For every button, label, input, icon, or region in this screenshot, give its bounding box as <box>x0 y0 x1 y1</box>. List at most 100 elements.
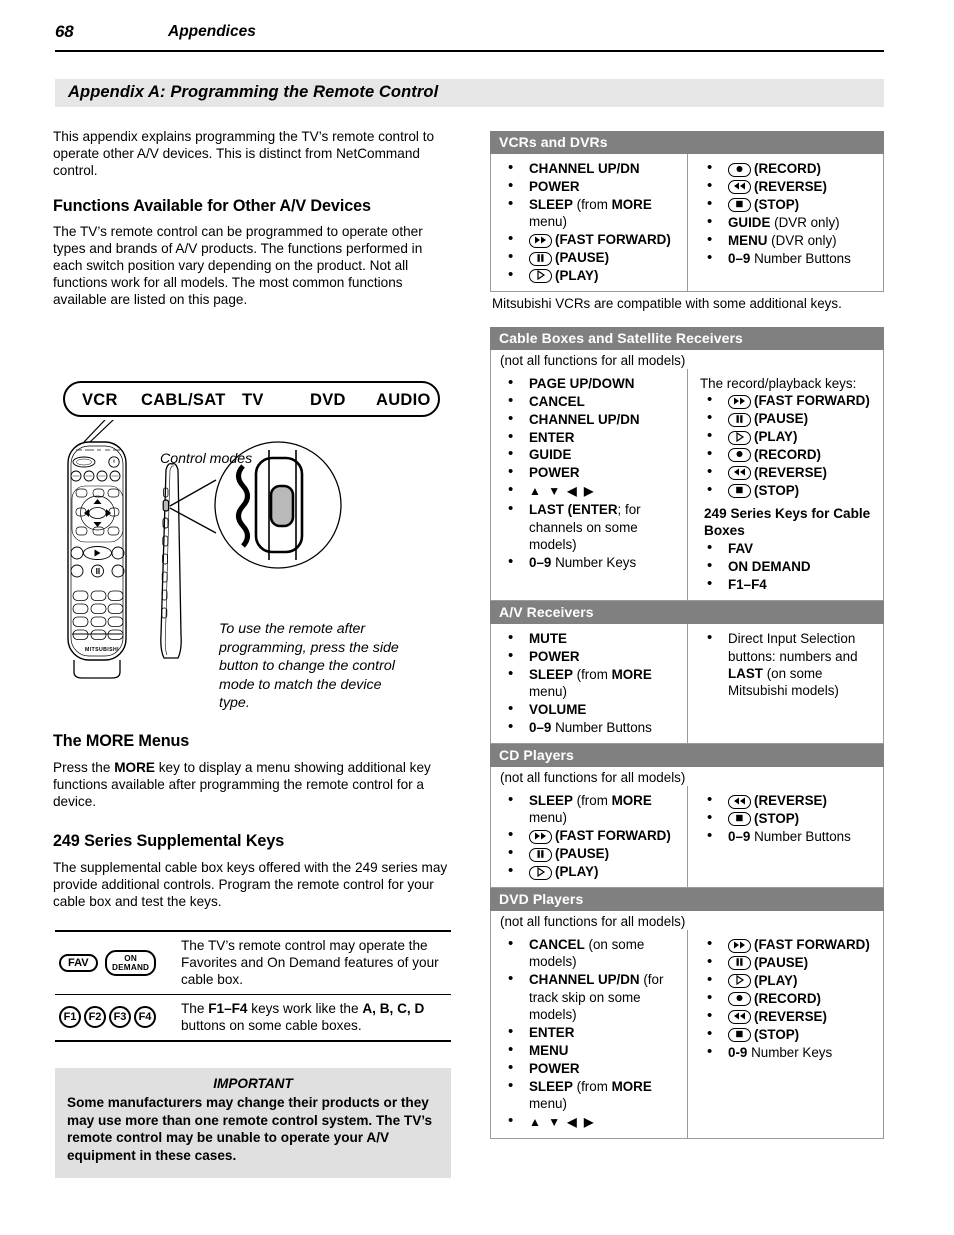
appendix-title: Appendix A: Programming the Remote Contr… <box>68 83 439 101</box>
device-key-item: VOLUME <box>499 700 683 718</box>
on-demand-key-icon[interactable]: ON DEMAND <box>105 949 157 976</box>
pause-icon <box>736 958 743 967</box>
device-key-item: (REVERSE) <box>698 791 879 809</box>
keys-table-row-fav: FAV ON DEMAND The TV’s remote control may… <box>55 932 451 994</box>
mode-label-tv: TV <box>242 391 264 409</box>
device-key-item: Direct Input Selection buttons: numbers … <box>698 629 879 700</box>
key-label: (PAUSE) <box>754 954 809 970</box>
fav-key-icon[interactable]: FAV <box>59 953 98 972</box>
key-label: FAV <box>728 541 754 557</box>
keys-table-bottom-rule <box>55 1039 451 1042</box>
key-label: CHANNEL UP/DN <box>529 972 640 988</box>
fast-forward-key-glyph <box>728 938 751 953</box>
key-list-right: (FAST FORWARD)(PAUSE) (PLAY) (RECORD) (REVE… <box>698 935 879 1061</box>
f3-key-icon[interactable]: F3 <box>109 1006 131 1029</box>
header-rule <box>55 50 884 52</box>
key-note: Direct Input Selection buttons: numbers … <box>728 631 858 664</box>
key-label: 0-9 <box>728 1044 748 1060</box>
control-mode-bar: VCR CABL/SAT TV DVD AUDIO <box>63 381 440 417</box>
fk-range: F1–F4 <box>208 1001 248 1017</box>
key-label: SLEEP <box>529 1078 573 1094</box>
key-label: (PLAY) <box>754 972 798 988</box>
key-label: GUIDE <box>529 447 572 463</box>
device-key-item: (RECORD) <box>698 159 879 177</box>
key-note-post: Number Keys <box>551 554 637 570</box>
device-key-item: PAGE UP/DOWN <box>499 374 683 392</box>
device-key-item: MUTE <box>499 629 683 647</box>
device-table-0: VCRs and DVRsCHANNEL UP/DNPOWERSLEEP (fr… <box>490 131 884 313</box>
device-table-note: (not all functions for all models) <box>490 911 884 931</box>
key-label: CHANNEL UP/DN <box>529 161 640 176</box>
key-note: (from <box>572 1078 612 1094</box>
reverse-key-glyph <box>728 1010 751 1025</box>
record-icon <box>736 451 743 458</box>
fav-ondemand-icons: FAV ON DEMAND <box>55 944 177 982</box>
f2-key-icon[interactable]: F2 <box>84 1006 106 1029</box>
device-key-item: (REVERSE) <box>698 463 879 481</box>
device-table-left-column: PAGE UP/DOWN CANCEL CHANNEL UP/DN ENTER GUID… <box>491 369 687 600</box>
appendix-title-bar: Appendix A: Programming the Remote Contr… <box>55 79 884 107</box>
device-key-item: SLEEP (from MORE menu) <box>499 1077 683 1113</box>
keys-table-row-f1f4: F1 F2 F3 F4 The F1–F4 keys work like the A,… <box>55 995 451 1039</box>
f-keys-row-description: The F1–F4 keys work like the A, B, C, D … <box>177 995 451 1039</box>
key-label: GUIDE <box>728 214 771 230</box>
left-column: This appendix explains programming the T… <box>53 128 453 309</box>
mode-label-audio: AUDIO <box>376 391 431 409</box>
play-icon <box>736 431 745 442</box>
device-table-left-column: CHANNEL UP/DNPOWERSLEEP (from MORE menu)… <box>491 154 687 291</box>
reverse-icon <box>734 797 745 805</box>
record-playback-header: The record/playback keys: <box>700 375 857 391</box>
play-icon <box>736 975 745 986</box>
device-key-item: 0–9 Number Buttons <box>499 718 683 736</box>
device-key-item: (PAUSE) <box>698 953 879 971</box>
fast-forward-icon <box>535 236 546 244</box>
key-label: (REVERSE) <box>754 464 827 480</box>
device-key-item: ENTER <box>499 428 683 446</box>
more-menus-heading: The MORE Menus <box>53 732 190 750</box>
key-label: (STOP) <box>754 810 800 826</box>
key-note-post: Number Buttons <box>551 720 652 736</box>
device-key-item: ▲ ▼ ◀ ▶ <box>499 481 683 500</box>
device-table-body: PAGE UP/DOWN CANCEL CHANNEL UP/DN ENTER GUID… <box>490 368 884 602</box>
device-key-item: ▲ ▼ ◀ ▶ <box>499 1112 683 1131</box>
side-button-caption: To use the remote after programming, pre… <box>219 621 399 712</box>
play-key-glyph <box>529 865 552 880</box>
device-tables-column: VCRs and DVRsCHANNEL UP/DNPOWERSLEEP (fr… <box>490 131 884 1140</box>
fk-part0: The <box>181 1001 209 1017</box>
key-label-2: MORE <box>611 1078 652 1094</box>
svg-text:MITSUBISHI: MITSUBISHI <box>85 647 119 653</box>
fk-part2: keys work like the <box>247 1001 363 1017</box>
key-label: (REVERSE) <box>754 1008 827 1024</box>
f1-key-icon[interactable]: F1 <box>59 1006 81 1029</box>
device-table-left-column: CANCEL (on some models)CHANNEL UP/DN (fo… <box>491 930 687 1138</box>
direction-arrows-icon: ▲ ▼ ◀ ▶ <box>529 1115 596 1130</box>
key-label: (PAUSE) <box>754 411 809 427</box>
device-key-item: (STOP) <box>698 481 879 499</box>
device-key-item: POWER <box>499 463 683 481</box>
device-table-caption: Mitsubishi VCRs are compatible with some… <box>492 295 842 311</box>
functions-heading: Functions Available for Other A/V Device… <box>53 196 371 215</box>
key-label: SLEEP <box>529 793 573 809</box>
f4-key-icon[interactable]: F4 <box>134 1006 156 1029</box>
device-key-item: (PAUSE) <box>499 844 683 862</box>
series-keys-subheading: 249 Series Keys for Cable Boxes <box>704 506 871 538</box>
stop-key-glyph <box>728 198 751 213</box>
device-key-item: (PAUSE) <box>499 248 683 266</box>
reverse-icon <box>734 468 745 476</box>
device-table-3: CD Players (not all functions for all mod… <box>490 744 884 889</box>
device-table-body: MUTEPOWERSLEEP (from MORE menu)VOLUME0–9… <box>490 624 884 745</box>
key-note: (from <box>572 793 612 809</box>
important-body: Some manufacturers may change their prod… <box>67 1095 433 1163</box>
device-key-item: GUIDE <box>499 445 683 463</box>
key-note-post: Number Keys <box>747 1044 833 1060</box>
more-menus-body: Press the MORE key to display a menu sho… <box>53 759 453 811</box>
device-key-item: (RECORD) <box>698 989 879 1007</box>
device-key-item: CANCEL <box>499 392 683 410</box>
direction-arrows-icon: ▲ ▼ ◀ ▶ <box>529 484 596 499</box>
series-body: The supplemental cable box keys offered … <box>53 860 448 910</box>
more-key-label: MORE <box>114 760 155 775</box>
key-list-right: Direct Input Selection buttons: numbers … <box>698 629 879 700</box>
device-key-item: SLEEP (from MORE menu) <box>499 665 683 701</box>
device-table-body: CHANNEL UP/DNPOWERSLEEP (from MORE menu)… <box>490 154 884 292</box>
key-label: (REVERSE) <box>754 793 827 809</box>
